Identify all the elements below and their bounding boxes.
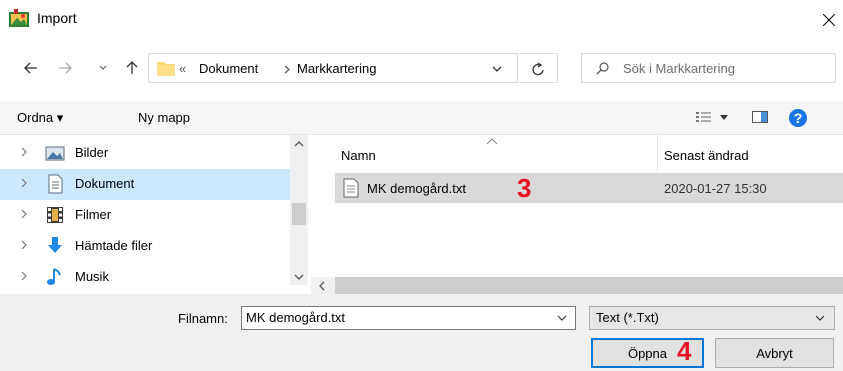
caret-down-icon xyxy=(720,115,728,120)
details-view-icon xyxy=(696,112,711,122)
recent-locations-button[interactable] xyxy=(97,54,109,82)
chevron-right-icon[interactable] xyxy=(19,146,29,158)
cancel-button-label: Avbryt xyxy=(756,346,793,361)
chevron-down-icon[interactable] xyxy=(492,66,502,72)
file-modified-date: 2020-01-27 15:30 xyxy=(664,181,767,196)
view-options-button[interactable] xyxy=(696,110,734,126)
search-icon xyxy=(596,62,609,75)
back-button[interactable] xyxy=(17,54,45,82)
window-title: Import xyxy=(37,10,77,26)
title-bar: Import xyxy=(0,0,843,38)
filetype-value: Text (*.Txt) xyxy=(596,310,659,325)
svg-text:?: ? xyxy=(794,110,803,126)
nav-item-filmer[interactable]: Filmer xyxy=(0,200,290,231)
import-app-icon xyxy=(9,9,29,27)
nav-item-label: Musik xyxy=(75,269,109,284)
file-row[interactable]: MK demogård.txt 3 2020-01-27 15:30 xyxy=(335,173,843,203)
refresh-button[interactable] xyxy=(519,53,558,83)
chevron-right-icon[interactable] xyxy=(19,270,29,282)
filename-label: Filnamn: xyxy=(178,311,228,326)
chevron-down-icon[interactable] xyxy=(555,311,569,325)
filename-combobox[interactable]: MK demogård.txt xyxy=(241,306,576,330)
nav-item-label: Bilder xyxy=(75,145,109,160)
new-folder-button[interactable]: Ny mapp xyxy=(138,110,190,125)
nav-item-label: Filmer xyxy=(75,207,112,222)
pictures-icon xyxy=(45,146,65,161)
annotation-marker-3: 3 xyxy=(517,173,532,203)
column-header-name[interactable]: Namn xyxy=(341,148,376,163)
arrow-up-icon xyxy=(126,61,138,74)
breadcrumb-dokument[interactable]: Dokument xyxy=(199,61,258,76)
close-button[interactable] xyxy=(808,4,843,34)
text-file-icon xyxy=(343,178,359,198)
address-overflow[interactable]: « xyxy=(179,61,186,76)
nav-scrollbar[interactable] xyxy=(290,135,308,285)
navigation-pane: Bilder Dokument Filmer Hämtade filer Mus… xyxy=(0,135,310,294)
music-icon xyxy=(47,268,61,285)
preview-pane-icon xyxy=(752,111,768,123)
refresh-icon xyxy=(532,62,544,76)
preview-pane-button[interactable] xyxy=(752,110,770,126)
column-header-modified[interactable]: Senast ändrad xyxy=(664,148,749,163)
nav-item-musik[interactable]: Musik xyxy=(0,262,290,293)
cancel-button[interactable]: Avbryt xyxy=(715,338,834,368)
filename-input[interactable]: MK demogård.txt xyxy=(246,310,345,325)
videos-icon xyxy=(47,207,63,223)
address-bar[interactable]: « Dokument Markkartering xyxy=(148,53,518,83)
search-placeholder: Sök i Markkartering xyxy=(623,61,735,76)
file-list-scrollbar[interactable] xyxy=(311,277,843,294)
nav-item-dokument[interactable]: Dokument xyxy=(0,169,290,200)
annotation-marker-4: 4 xyxy=(677,336,692,366)
chevron-right-icon[interactable] xyxy=(19,208,29,220)
organize-menu[interactable]: Ordna ▾ xyxy=(17,110,63,126)
downloads-icon xyxy=(48,237,62,253)
arrow-left-icon xyxy=(24,62,37,74)
folder-icon xyxy=(157,62,175,76)
scroll-down-icon[interactable] xyxy=(294,274,304,280)
chevron-down-icon xyxy=(815,315,825,321)
help-icon: ? xyxy=(789,109,807,127)
filetype-select[interactable]: Text (*.Txt) xyxy=(589,306,835,330)
scroll-left-icon[interactable] xyxy=(319,281,325,291)
file-list: Namn Senast ändrad MK demogård.txt 3 202… xyxy=(311,135,843,294)
help-button[interactable]: ? xyxy=(788,108,808,128)
file-name: MK demogård.txt xyxy=(367,181,466,196)
scroll-up-icon[interactable] xyxy=(294,141,304,147)
chevron-down-icon xyxy=(99,65,107,70)
dialog-footer: Filnamn: MK demogård.txt Text (*.Txt) Öp… xyxy=(0,294,843,371)
nav-item-hamtade-filer[interactable]: Hämtade filer xyxy=(0,231,290,262)
breadcrumb-markkartering[interactable]: Markkartering xyxy=(297,61,376,76)
nav-item-bilder[interactable]: Bilder xyxy=(0,138,290,169)
chevron-right-icon xyxy=(284,65,290,74)
search-box[interactable]: Sök i Markkartering xyxy=(581,53,836,83)
column-divider[interactable] xyxy=(657,135,658,171)
up-button[interactable] xyxy=(120,54,144,82)
chevron-right-icon[interactable] xyxy=(19,177,29,189)
forward-button[interactable] xyxy=(51,54,79,82)
chevron-right-icon[interactable] xyxy=(19,239,29,251)
documents-icon xyxy=(48,174,63,194)
sort-ascending-icon xyxy=(486,138,498,145)
arrow-right-icon xyxy=(59,62,72,74)
close-icon xyxy=(823,14,835,26)
nav-item-label: Hämtade filer xyxy=(75,238,153,253)
open-button[interactable]: Öppna 4 xyxy=(591,336,704,368)
nav-scroll-thumb[interactable] xyxy=(292,203,306,225)
nav-item-label: Dokument xyxy=(75,176,135,191)
command-bar: Ordna ▾ Ny mapp ? xyxy=(0,101,843,135)
file-list-scroll-thumb[interactable] xyxy=(335,277,843,294)
